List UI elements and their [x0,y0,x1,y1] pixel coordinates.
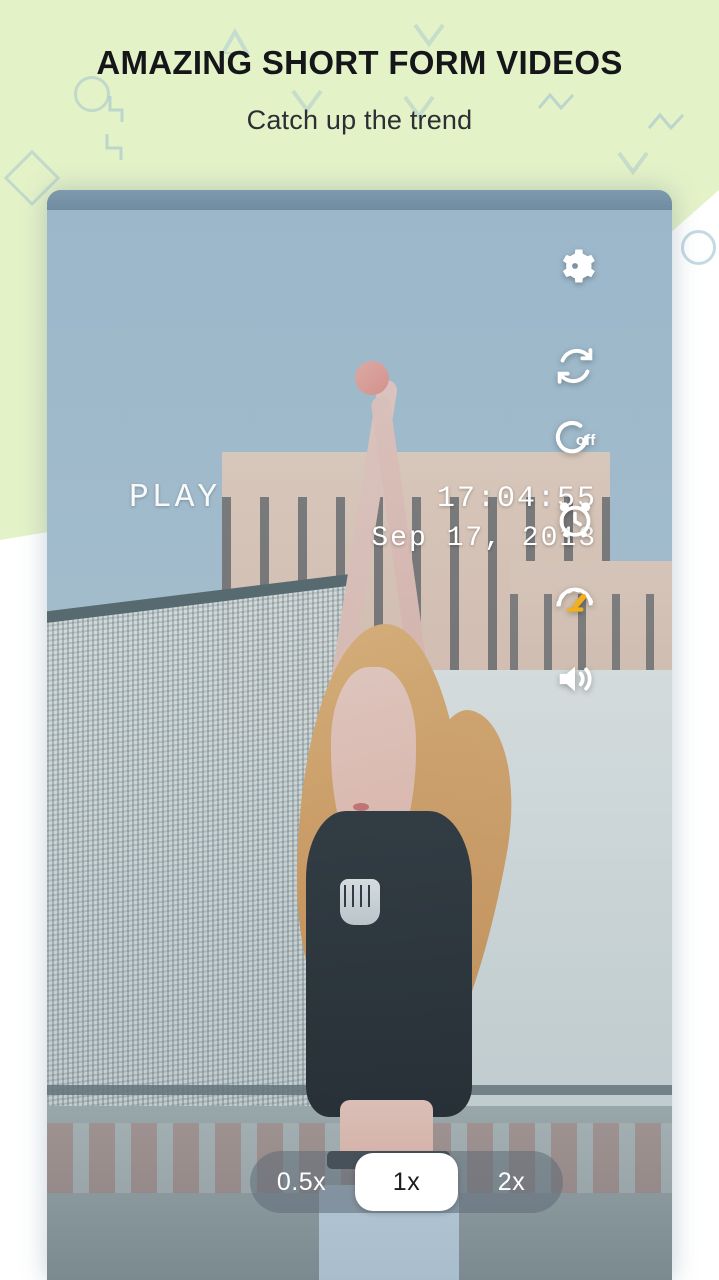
phone-status-bar [47,190,672,210]
page-title: AMAZING SHORT FORM VIDEOS [0,44,719,82]
speed-option-0.5x[interactable]: 0.5x [250,1151,353,1213]
speed-selector[interactable]: 0.5x 1x 2x [250,1151,563,1213]
speed-option-1x[interactable]: 1x [355,1153,458,1211]
mode-label: PLAY [129,479,220,516]
alarm-icon[interactable] [544,488,606,550]
screenshot-root: AMAZING SHORT FORM VIDEOS Catch up the t… [0,0,719,1280]
speed-option-2x[interactable]: 2x [460,1151,563,1213]
timer-icon[interactable]: off [544,408,606,470]
circle-deco-icon-right [681,230,716,265]
phone-mockup: PLAY 17:04:55 Sep 17, 2013 off [47,190,672,1280]
volume-icon[interactable] [544,648,606,710]
svg-text:off: off [576,432,596,449]
switch-camera-icon[interactable] [544,335,606,397]
speed-icon[interactable] [544,568,606,630]
camera-overlay-ui: PLAY 17:04:55 Sep 17, 2013 off [47,190,672,1280]
settings-icon[interactable] [544,235,606,297]
page-subtitle: Catch up the trend [0,105,719,136]
